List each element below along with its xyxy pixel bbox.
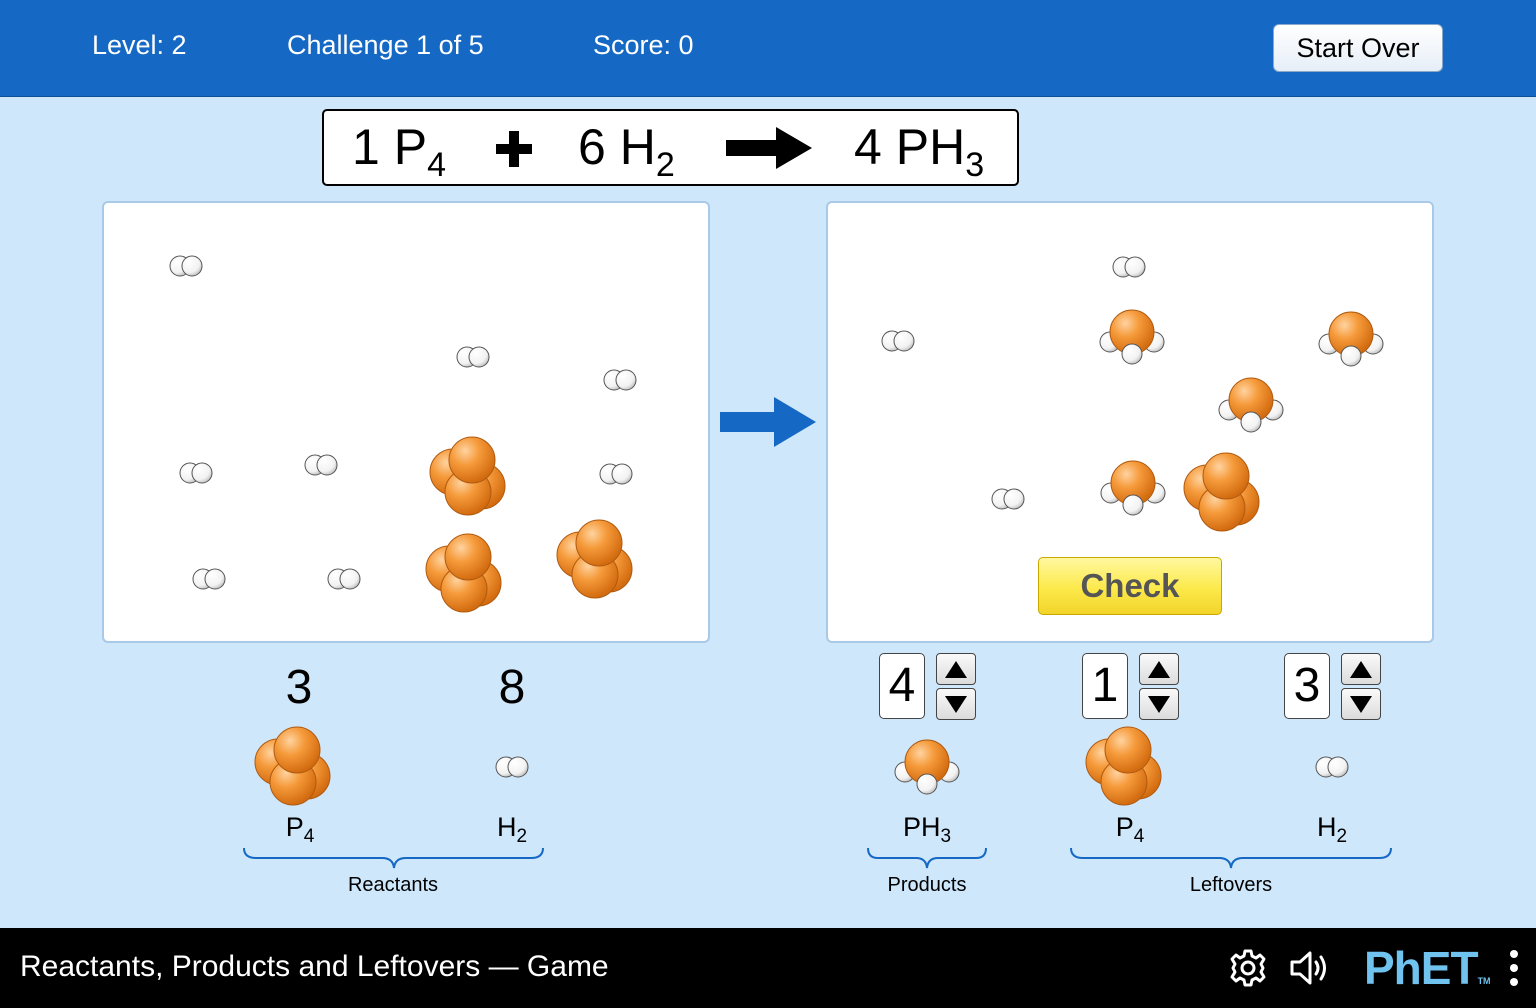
chemical-equation: 1 P4 6 H2 4 PH3 bbox=[322, 109, 1019, 186]
p4-reactant-count: 3 bbox=[285, 661, 313, 714]
p4-decrement-button[interactable] bbox=[1139, 688, 1179, 720]
ph3-product-formula: PH3 bbox=[902, 812, 952, 847]
navigation-bar: Reactants, Products and Leftovers — Game… bbox=[0, 928, 1536, 1008]
reactants-box bbox=[102, 201, 710, 643]
challenge-label: Challenge 1 of 5 bbox=[287, 30, 484, 60]
p4-molecule bbox=[1085, 726, 1162, 806]
check-button[interactable]: Check bbox=[1038, 557, 1222, 615]
reactants-label: Reactants bbox=[347, 874, 439, 896]
equation-arrow-icon bbox=[726, 127, 812, 169]
equation-reactant-p4: 1 P4 bbox=[352, 119, 446, 184]
products-brace bbox=[867, 847, 987, 869]
p4-molecule bbox=[254, 726, 331, 806]
ph3-molecule bbox=[894, 739, 960, 795]
arrow-down-icon bbox=[1350, 696, 1372, 713]
status-bar: Level: 2 Challenge 1 of 5 Score: 0 Start… bbox=[0, 0, 1536, 97]
ph3-increment-button[interactable] bbox=[936, 653, 976, 685]
plus-icon bbox=[496, 131, 532, 167]
arrow-down-icon bbox=[1148, 696, 1170, 713]
arrow-up-icon bbox=[945, 661, 967, 678]
p4-leftover-formula: P4 bbox=[1115, 812, 1145, 847]
phet-logo[interactable]: PhETTM bbox=[1364, 942, 1491, 1007]
p4-increment-button[interactable] bbox=[1139, 653, 1179, 685]
arrow-up-icon bbox=[1350, 661, 1372, 678]
products-label: Products bbox=[887, 874, 967, 896]
equation-product-ph3: 4 PH3 bbox=[854, 119, 985, 184]
sim-title: Reactants, Products and Leftovers — Game bbox=[20, 950, 609, 983]
start-over-button[interactable]: Start Over bbox=[1273, 24, 1443, 72]
p4-leftover-value[interactable]: 1 bbox=[1082, 653, 1128, 719]
h2-leftover-formula: H2 bbox=[1316, 812, 1348, 847]
leftovers-brace bbox=[1070, 847, 1392, 869]
more-vertical-icon[interactable] bbox=[1506, 946, 1522, 990]
p4-reactant-formula: P4 bbox=[285, 812, 315, 847]
ph3-decrement-button[interactable] bbox=[936, 688, 976, 720]
h2-reactant-count: 8 bbox=[498, 661, 526, 714]
h2-molecule bbox=[1315, 756, 1349, 778]
speaker-icon[interactable] bbox=[1288, 948, 1334, 988]
reactants-brace bbox=[243, 847, 544, 869]
h2-decrement-button[interactable] bbox=[1341, 688, 1381, 720]
h2-reactant-formula: H2 bbox=[496, 812, 528, 847]
arrow-up-icon bbox=[1148, 661, 1170, 678]
h2-molecule bbox=[495, 756, 529, 778]
gear-icon[interactable] bbox=[1228, 948, 1268, 988]
h2-increment-button[interactable] bbox=[1341, 653, 1381, 685]
level-label: Level: 2 bbox=[92, 30, 187, 60]
leftovers-label: Leftovers bbox=[1189, 874, 1273, 896]
equation-reactant-h2: 6 H2 bbox=[578, 119, 675, 184]
h2-leftover-value[interactable]: 3 bbox=[1284, 653, 1330, 719]
reaction-arrow-icon bbox=[720, 397, 816, 447]
ph3-product-value[interactable]: 4 bbox=[879, 653, 925, 719]
arrow-down-icon bbox=[945, 696, 967, 713]
score-label: Score: 0 bbox=[593, 30, 694, 60]
